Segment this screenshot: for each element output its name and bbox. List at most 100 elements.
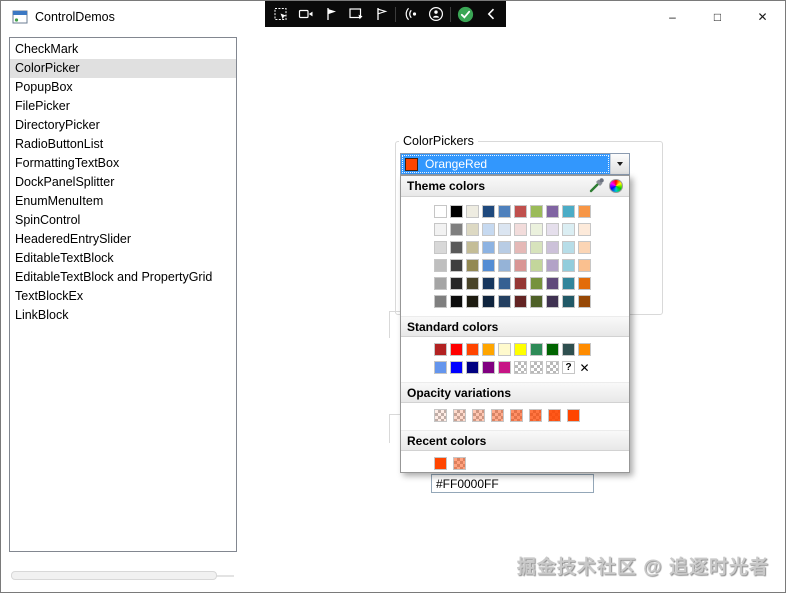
- theme-color-swatch[interactable]: [530, 241, 543, 254]
- theme-color-swatch[interactable]: [514, 277, 527, 290]
- opacity-variation-swatch[interactable]: [548, 409, 561, 422]
- theme-color-swatch[interactable]: [514, 259, 527, 272]
- video-camera-icon[interactable]: [293, 1, 318, 27]
- close-button[interactable]: ✕: [740, 1, 785, 33]
- theme-color-swatch[interactable]: [530, 205, 543, 218]
- theme-color-swatch[interactable]: [498, 223, 511, 236]
- opacity-variation-swatch[interactable]: [472, 409, 485, 422]
- sidebar-item-formattingtextbox[interactable]: FormattingTextBox: [10, 154, 236, 173]
- theme-color-swatch[interactable]: [434, 223, 447, 236]
- rect-select-icon[interactable]: [343, 1, 368, 27]
- standard-color-swatch[interactable]: [562, 343, 575, 356]
- theme-color-swatch[interactable]: [578, 205, 591, 218]
- theme-color-swatch[interactable]: [450, 205, 463, 218]
- theme-color-swatch[interactable]: [530, 277, 543, 290]
- opacity-variation-swatch[interactable]: [567, 409, 580, 422]
- transparent-color-swatch[interactable]: [514, 361, 527, 374]
- sidebar-item-directorypicker[interactable]: DirectoryPicker: [10, 116, 236, 135]
- standard-color-swatch[interactable]: [514, 343, 527, 356]
- theme-color-swatch[interactable]: [546, 277, 559, 290]
- theme-color-swatch[interactable]: [562, 277, 575, 290]
- theme-color-swatch[interactable]: [530, 223, 543, 236]
- theme-color-swatch[interactable]: [482, 205, 495, 218]
- theme-color-swatch[interactable]: [514, 295, 527, 308]
- flag-cursor-icon[interactable]: [318, 1, 343, 27]
- theme-color-swatch[interactable]: [562, 241, 575, 254]
- colorpicker-combobox[interactable]: OrangeRed: [400, 153, 630, 175]
- theme-color-swatch[interactable]: [530, 259, 543, 272]
- theme-color-swatch[interactable]: [562, 223, 575, 236]
- sidebar-item-enummenuitem[interactable]: EnumMenuItem: [10, 192, 236, 211]
- sidebar-item-spincontrol[interactable]: SpinControl: [10, 211, 236, 230]
- opacity-variation-swatch[interactable]: [529, 409, 542, 422]
- theme-color-swatch[interactable]: [578, 259, 591, 272]
- theme-color-swatch[interactable]: [514, 223, 527, 236]
- advanced-color-button[interactable]: ?: [562, 361, 575, 374]
- theme-color-swatch[interactable]: [546, 205, 559, 218]
- sidebar-item-editabletextblock[interactable]: EditableTextBlock: [10, 249, 236, 268]
- theme-color-swatch[interactable]: [482, 223, 495, 236]
- chevron-left-icon[interactable]: [478, 1, 503, 27]
- theme-color-swatch[interactable]: [514, 205, 527, 218]
- theme-color-swatch[interactable]: [434, 259, 447, 272]
- no-color-button[interactable]: ✕: [578, 361, 591, 375]
- person-circle-icon[interactable]: [423, 1, 448, 27]
- sidebar-item-filepicker[interactable]: FilePicker: [10, 97, 236, 116]
- standard-color-swatch[interactable]: [546, 343, 559, 356]
- theme-color-swatch[interactable]: [450, 259, 463, 272]
- flag-outline-icon[interactable]: [368, 1, 393, 27]
- transparent-color-swatch[interactable]: [546, 361, 559, 374]
- standard-color-swatch[interactable]: [434, 361, 447, 374]
- theme-color-swatch[interactable]: [578, 223, 591, 236]
- maximize-button[interactable]: □: [695, 1, 740, 33]
- theme-color-swatch[interactable]: [498, 295, 511, 308]
- opacity-variation-swatch[interactable]: [453, 409, 466, 422]
- opacity-variation-swatch[interactable]: [434, 409, 447, 422]
- standard-color-swatch[interactable]: [450, 343, 463, 356]
- theme-color-swatch[interactable]: [434, 205, 447, 218]
- sidebar-item-linkblock[interactable]: LinkBlock: [10, 306, 236, 325]
- sidebar-item-headeredentryslider[interactable]: HeaderedEntrySlider: [10, 230, 236, 249]
- sidebar-list[interactable]: CheckMark ColorPicker PopupBox FilePicker Di…: [9, 37, 237, 552]
- recent-color-swatch[interactable]: [453, 457, 466, 470]
- sidebar-item-checkmark[interactable]: CheckMark: [10, 40, 236, 59]
- sidebar-item-textblockex[interactable]: TextBlockEx: [10, 287, 236, 306]
- theme-color-swatch[interactable]: [466, 295, 479, 308]
- theme-color-swatch[interactable]: [434, 277, 447, 290]
- check-circle-icon[interactable]: [453, 1, 478, 27]
- theme-color-swatch[interactable]: [434, 295, 447, 308]
- standard-color-swatch[interactable]: [482, 343, 495, 356]
- theme-color-swatch[interactable]: [466, 205, 479, 218]
- transparent-color-swatch[interactable]: [530, 361, 543, 374]
- theme-color-swatch[interactable]: [450, 223, 463, 236]
- theme-color-swatch[interactable]: [546, 259, 559, 272]
- theme-color-swatch[interactable]: [450, 295, 463, 308]
- theme-color-swatch[interactable]: [562, 205, 575, 218]
- standard-color-swatch[interactable]: [482, 361, 495, 374]
- theme-color-swatch[interactable]: [466, 241, 479, 254]
- eyedropper-icon[interactable]: [589, 177, 605, 196]
- combo-dropdown-button[interactable]: [610, 154, 629, 174]
- theme-color-swatch[interactable]: [514, 241, 527, 254]
- standard-color-swatch[interactable]: [434, 343, 447, 356]
- region-capture-icon[interactable]: [268, 1, 293, 27]
- theme-color-swatch[interactable]: [482, 241, 495, 254]
- theme-color-swatch[interactable]: [498, 205, 511, 218]
- sidebar-item-popupbox[interactable]: PopupBox: [10, 78, 236, 97]
- theme-color-swatch[interactable]: [546, 295, 559, 308]
- theme-color-swatch[interactable]: [482, 259, 495, 272]
- standard-color-swatch[interactable]: [498, 361, 511, 374]
- standard-color-swatch[interactable]: [578, 343, 591, 356]
- theme-color-swatch[interactable]: [546, 223, 559, 236]
- theme-color-swatch[interactable]: [498, 277, 511, 290]
- theme-color-swatch[interactable]: [578, 241, 591, 254]
- theme-color-swatch[interactable]: [562, 295, 575, 308]
- theme-color-swatch[interactable]: [450, 241, 463, 254]
- theme-color-swatch[interactable]: [546, 241, 559, 254]
- theme-color-swatch[interactable]: [466, 259, 479, 272]
- theme-color-swatch[interactable]: [466, 223, 479, 236]
- standard-color-swatch[interactable]: [466, 361, 479, 374]
- audio-waves-icon[interactable]: [398, 1, 423, 27]
- theme-color-swatch[interactable]: [450, 277, 463, 290]
- combo-selection[interactable]: OrangeRed: [401, 154, 610, 174]
